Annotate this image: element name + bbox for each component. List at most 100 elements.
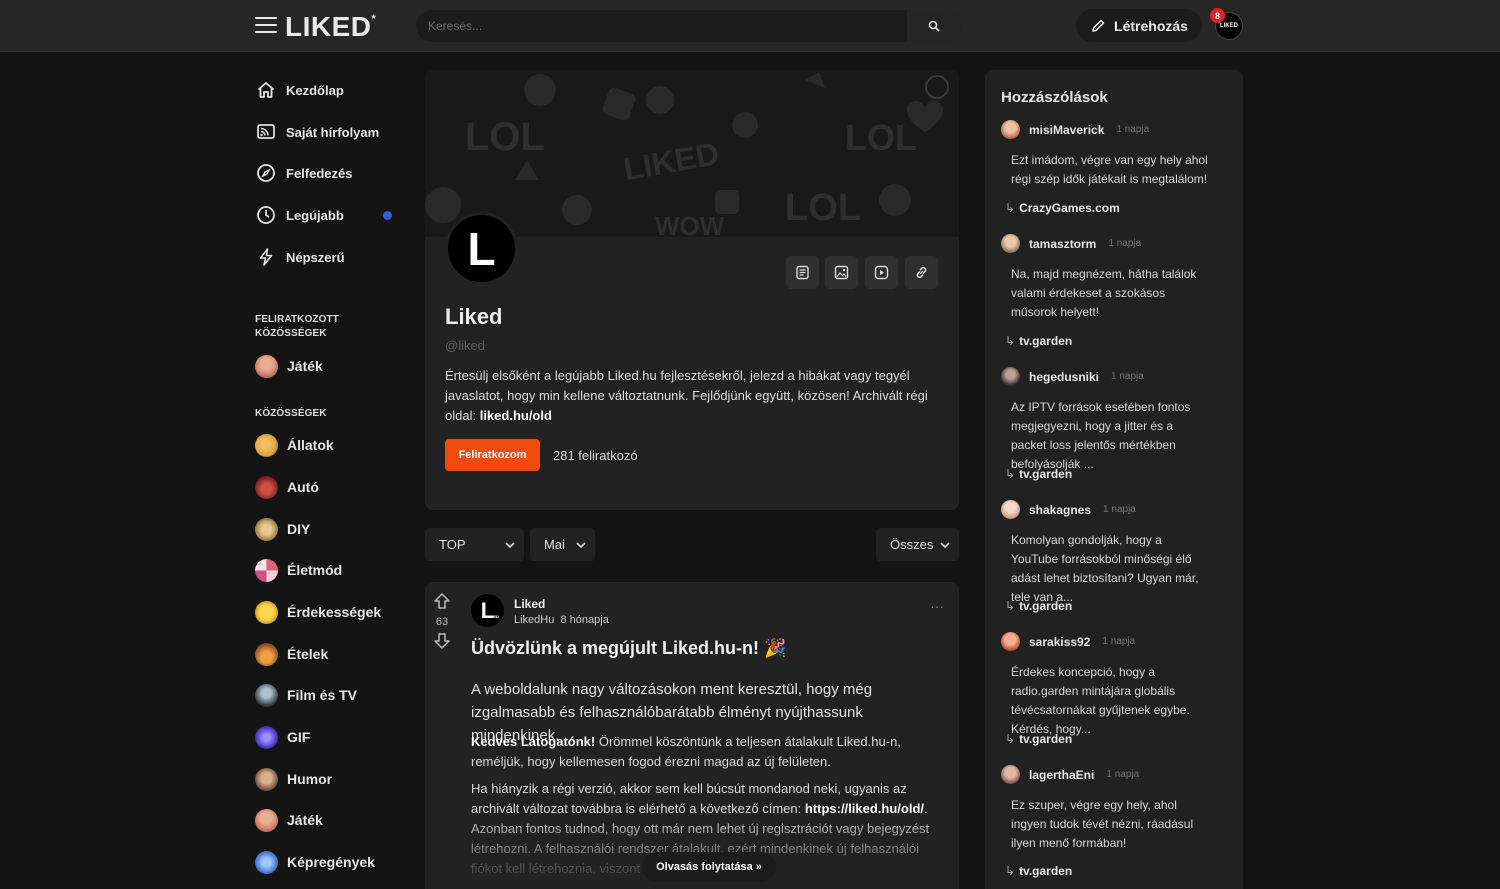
comment-header: shakagnes 1 napja (1001, 500, 1136, 519)
menu-icon[interactable] (255, 17, 277, 35)
commenter-avatar[interactable] (1001, 765, 1020, 784)
comment-text[interactable]: Ezt imádom, végre van egy hely ahol régi… (1011, 151, 1211, 189)
commenter-avatar[interactable] (1001, 632, 1020, 651)
read-more-button[interactable]: Olvasás folytatása » (642, 852, 776, 882)
subscriber-count: 281 feliratkozó (553, 448, 638, 463)
nav-item-feed[interactable]: Saját hírfolyam (255, 120, 400, 144)
community-avatar (255, 354, 278, 378)
post-video-button[interactable] (865, 256, 898, 289)
community-avatar (255, 433, 278, 457)
comment-header: tamasztorm 1 napja (1001, 234, 1141, 253)
comment-text[interactable]: Érdekes koncepció, hogy a radio.garden m… (1011, 663, 1211, 739)
archived-site-link[interactable]: liked.hu/old (480, 408, 552, 423)
banner-pattern: LOL LIKED LOL LOL WOW (425, 70, 959, 237)
post-link-button[interactable] (905, 256, 938, 289)
comment-source-link[interactable]: ↳ tv.garden (1005, 467, 1072, 481)
notification-badge[interactable]: 8 (1210, 8, 1225, 23)
community-item-film-es-tv[interactable]: Film és TV (255, 683, 400, 707)
post-community[interactable]: LikedHu (514, 614, 554, 626)
post-author-name[interactable]: Liked (514, 597, 545, 611)
comment-source-link[interactable]: ↳ tv.garden (1005, 334, 1072, 348)
logo[interactable]: LIKED* (285, 11, 376, 43)
reply-arrow-icon: ↳ (1005, 334, 1016, 348)
community-item-auto[interactable]: Autó (255, 475, 400, 499)
commenter-avatar[interactable] (1001, 367, 1020, 386)
community-item-gif[interactable]: GIF (255, 725, 400, 749)
commenter-name[interactable]: lagerthaEni (1029, 768, 1094, 782)
svg-text:WOW: WOW (655, 211, 725, 237)
community-item-humor[interactable]: Humor (255, 767, 400, 791)
comment-source-link[interactable]: ↳ CrazyGames.com (1005, 201, 1120, 215)
community-avatar (255, 850, 278, 874)
comment-source-link[interactable]: ↳ tv.garden (1005, 864, 1072, 878)
post-title[interactable]: Üdvözlünk a megújult Liked.hu-n! 🎉 (471, 638, 786, 659)
comment-time: 1 napja (1106, 769, 1140, 780)
commenter-avatar[interactable] (1001, 120, 1020, 139)
subscribed-communities-title: FELIRATKOZOTT KÖZÖSSÉGEK (255, 314, 339, 339)
create-button[interactable]: Létrehozás (1076, 9, 1202, 42)
commenter-name[interactable]: hegedusniki (1029, 370, 1099, 384)
community-item-diy[interactable]: DIY (255, 517, 400, 541)
nav-item-newest[interactable]: Legújabb (255, 203, 400, 227)
clock-icon (255, 204, 277, 226)
post-author-avatar[interactable]: L LIKED (471, 594, 504, 627)
community-item-kepregenyek[interactable]: Képregények (255, 850, 400, 874)
community-avatar-large: L (445, 212, 518, 285)
community-item-etelek[interactable]: Ételek (255, 642, 400, 666)
video-icon (874, 265, 889, 280)
community-item-jatek[interactable]: Játék (255, 808, 400, 832)
community-item-eletmod[interactable]: Életmód (255, 558, 400, 582)
bolt-icon (255, 246, 277, 268)
community-item-allatok[interactable]: Állatok (255, 433, 400, 457)
svg-text:LOL: LOL (845, 117, 917, 158)
create-label: Létrehozás (1114, 17, 1188, 34)
subscribed-item[interactable]: Játék (255, 354, 400, 378)
community-avatar (255, 517, 278, 541)
comment-source-link[interactable]: ↳ tv.garden (1005, 732, 1072, 746)
commenter-name[interactable]: tamasztorm (1029, 237, 1096, 251)
commenter-avatar[interactable] (1001, 234, 1020, 253)
comments-panel: Hozzászólások misiMaverick 1 napja Ezt i… (985, 70, 1243, 889)
comment-time: 1 napja (1108, 238, 1142, 249)
comment-text[interactable]: Na, majd megnézem, hátha találok valami … (1011, 265, 1211, 322)
search-button[interactable] (907, 10, 961, 42)
community-avatar (255, 642, 278, 666)
period-dropdown[interactable]: Mai (530, 528, 595, 561)
nav-item-home[interactable]: Kezdőlap (255, 78, 400, 102)
comment-text[interactable]: Ez szuper, végre egy hely, ahol ingyen t… (1011, 796, 1211, 853)
community-avatar (255, 558, 278, 582)
upvote-icon[interactable] (433, 592, 451, 610)
nav-item-explore[interactable]: Felfedezés (255, 161, 400, 185)
search-input[interactable] (428, 10, 908, 42)
post-card: 63 L LIKED Liked LikedHu 8 hónapja ··· Üd… (425, 582, 959, 889)
community-item-erdekessegek[interactable]: Érdekességek (255, 600, 400, 624)
downvote-icon[interactable] (433, 632, 451, 650)
nav-item-popular[interactable]: Népszerű (255, 245, 400, 269)
community-avatar (255, 600, 278, 624)
commenter-name[interactable]: misiMaverick (1029, 123, 1104, 137)
post-image-button[interactable] (825, 256, 858, 289)
comment-time: 1 napja (1102, 636, 1136, 647)
post-text-button[interactable] (786, 256, 819, 289)
community-avatar (255, 725, 278, 749)
comment-text[interactable]: Az IPTV források esetében fontos megjegy… (1011, 398, 1211, 474)
document-icon (796, 265, 809, 280)
community-name: Liked (445, 304, 503, 329)
sort-dropdown[interactable]: TOP (425, 528, 524, 561)
link-icon (916, 266, 927, 279)
community-avatar (255, 767, 278, 791)
post-paragraph-1: Kedves Látogatónk! Örömmel köszöntünk a … (471, 734, 901, 769)
subscribe-button[interactable]: Feliratkozom (445, 439, 540, 471)
scope-dropdown[interactable]: Összes (876, 528, 959, 561)
comment-source-link[interactable]: ↳ tv.garden (1005, 599, 1072, 613)
more-options-icon[interactable]: ··· (930, 598, 944, 614)
community-handle: @liked (445, 338, 485, 353)
comment-text[interactable]: Komolyan gondolják, hogy a YouTube forrá… (1011, 531, 1211, 607)
reply-arrow-icon: ↳ (1005, 467, 1016, 481)
home-icon (255, 79, 277, 101)
commenter-avatar[interactable] (1001, 500, 1020, 519)
chevron-down-icon (505, 541, 515, 548)
commenter-name[interactable]: sarakiss92 (1029, 635, 1090, 649)
image-icon (834, 265, 849, 280)
commenter-name[interactable]: shakagnes (1029, 503, 1091, 517)
